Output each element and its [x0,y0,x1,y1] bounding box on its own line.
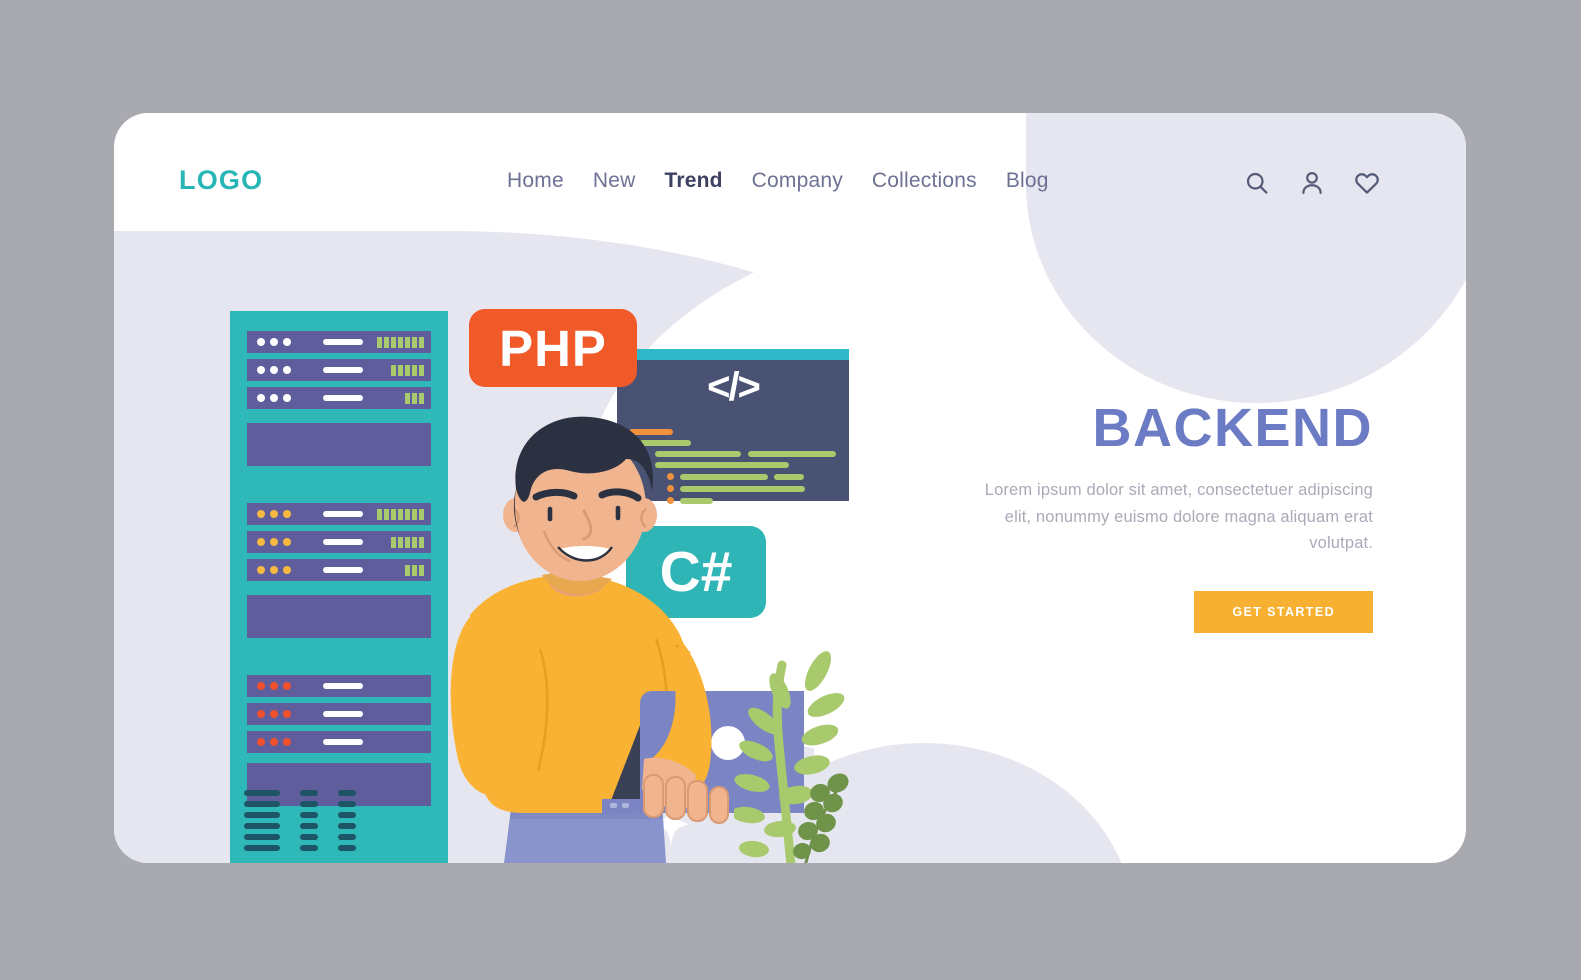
server-slot [247,359,431,381]
code-window-titlebar [617,349,849,360]
server-slot [247,331,431,353]
hero-section: BACKEND Lorem ipsum dolor sit amet, cons… [973,398,1373,634]
main-navigation: Home New Trend Company Collections Blog [507,169,1049,193]
plant-decoration [731,643,864,863]
hero-description: Lorem ipsum dolor sit amet, consectetuer… [984,481,1373,553]
nav-item-blog[interactable]: Blog [1006,169,1049,193]
get-started-button[interactable]: GET STARTED [1194,591,1373,634]
page-root: LOGO Home New Trend Company Collections … [0,0,1581,980]
nav-item-trend[interactable]: Trend [664,169,722,193]
server-vent-grille [244,790,356,851]
nav-item-home[interactable]: Home [507,169,564,193]
server-leds [257,338,291,346]
nav-item-new[interactable]: New [593,169,636,193]
server-bar [323,339,363,345]
php-badge: PHP [469,309,637,387]
site-header: LOGO Home New Trend Company Collections … [114,113,1466,258]
page-title: BACKEND [1092,398,1373,458]
landing-page-card: LOGO Home New Trend Company Collections … [114,113,1466,863]
search-icon[interactable] [1243,169,1271,197]
brand-logo[interactable]: LOGO [179,165,263,196]
nav-item-collections[interactable]: Collections [872,169,977,193]
server-segments [377,337,424,348]
header-actions [1243,169,1381,197]
heart-icon[interactable] [1353,169,1381,197]
user-icon[interactable] [1298,169,1326,197]
nav-item-company[interactable]: Company [752,169,843,193]
